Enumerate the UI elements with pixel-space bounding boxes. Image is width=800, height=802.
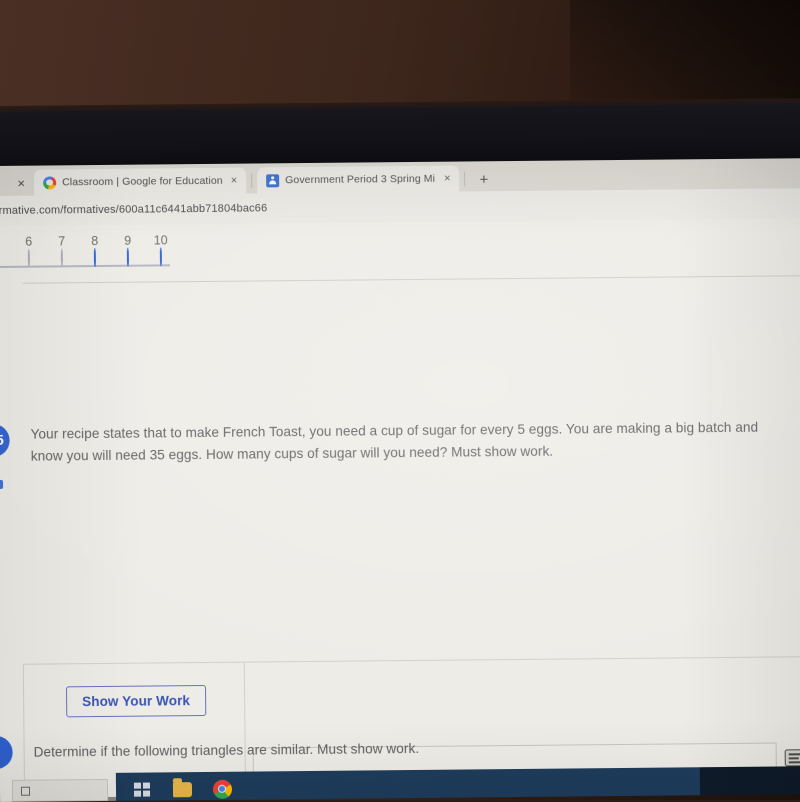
- tab-separator: [464, 171, 466, 187]
- question-nav-item-8[interactable]: 8: [80, 233, 110, 268]
- question-type-chip-5: [0, 479, 4, 490]
- chrome-taskbar-button[interactable]: [202, 772, 242, 802]
- file-explorer-icon: [172, 781, 192, 797]
- offscreen-tab-close-button[interactable]: ×: [8, 170, 34, 196]
- question-navigation-strip: 5 6 7 8 9 10: [0, 218, 800, 284]
- question-nav-dot-8[interactable]: [93, 248, 96, 268]
- browser-tab-government[interactable]: Government Period 3 Spring Mi ×: [257, 165, 460, 194]
- tab-title-classroom: Classroom | Google for Education: [62, 174, 222, 189]
- formative-page-body: 5 3 Your recipe states that to make Fren…: [0, 276, 800, 802]
- new-tab-button[interactable]: +: [479, 171, 488, 188]
- question-nav-dot-9[interactable]: [126, 247, 129, 267]
- question-nav-dot-7[interactable]: [60, 248, 63, 268]
- question-nav-item-5[interactable]: 5: [0, 234, 12, 268]
- photo-background: × Classroom | Google for Education × Gov…: [0, 0, 800, 802]
- question-number-badge-5: 5: [0, 423, 10, 458]
- question-text-5: Your recipe states that to make French T…: [30, 419, 759, 464]
- question-nav-number-5: 5: [0, 234, 12, 250]
- question-nav-item-7[interactable]: 7: [47, 233, 77, 268]
- taskbar-system-tray: [699, 766, 800, 802]
- tab-title-government: Government Period 3 Spring Mi: [285, 172, 436, 187]
- cortana-search-icon: [20, 786, 31, 796]
- question-nav-number-10: 10: [153, 233, 168, 248]
- tab-close-button-classroom[interactable]: ×: [228, 174, 241, 186]
- question-nav-number-7: 7: [58, 234, 66, 249]
- question-nav-dot-6[interactable]: [27, 248, 30, 268]
- formative-person-icon: [266, 173, 280, 187]
- laptop-screen: × Classroom | Google for Education × Gov…: [0, 158, 800, 802]
- browser-tab-classroom[interactable]: Classroom | Google for Education ×: [34, 167, 247, 196]
- question-nav-item-10[interactable]: 10: [146, 232, 176, 267]
- windows-taskbar: [11, 766, 800, 802]
- taskbar-search-box[interactable]: [11, 778, 109, 802]
- question-nav-number-6: 6: [25, 234, 33, 249]
- question-nav-number-9: 9: [124, 233, 132, 248]
- question-nav-number-8: 8: [91, 234, 99, 249]
- question-nav-dot-10[interactable]: [159, 247, 162, 267]
- show-your-work-button[interactable]: Show Your Work: [65, 684, 207, 718]
- windows-start-icon: [133, 782, 151, 797]
- question-nav-item-9[interactable]: 9: [113, 233, 143, 267]
- tab-close-button-government[interactable]: ×: [441, 172, 454, 184]
- file-explorer-button[interactable]: [162, 772, 202, 802]
- google-g-icon: [43, 175, 57, 190]
- question-number-badge-6: [0, 735, 13, 770]
- tab-separator: [251, 173, 253, 189]
- address-bar-url: ormative.com/formatives/600a11c6441abb71…: [0, 202, 268, 218]
- chrome-icon: [212, 779, 232, 799]
- question-nav-item-6[interactable]: 6: [14, 234, 44, 268]
- windows-start-button[interactable]: [122, 772, 162, 802]
